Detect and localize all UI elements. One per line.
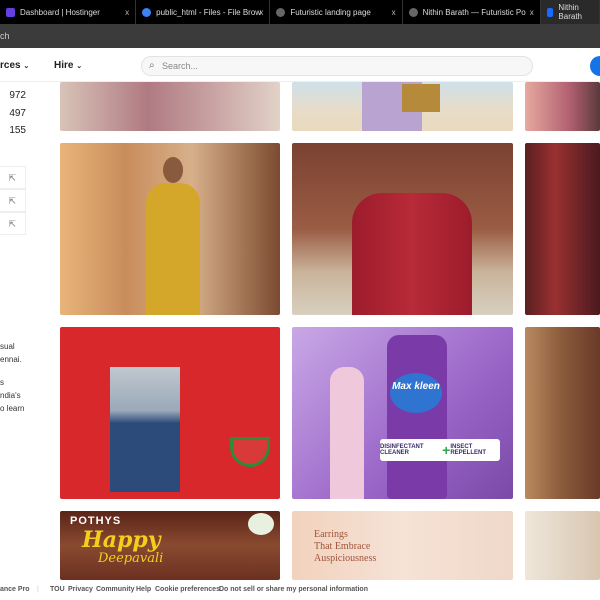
bio-text: sual (0, 342, 15, 351)
project-thumbnail[interactable] (60, 143, 280, 315)
footer-brand: ance Pro (0, 586, 30, 593)
tree-logo (248, 513, 274, 535)
project-thumbnail[interactable]: POTHYS Happy Deepavali (60, 511, 280, 580)
project-thumbnail[interactable] (525, 143, 600, 315)
project-thumbnail[interactable] (292, 82, 513, 131)
project-thumbnail[interactable] (60, 82, 280, 131)
project-thumbnail[interactable]: Max kleen DISINFECTANT CLEANER + INSECT RE… (292, 327, 513, 499)
file-browser-icon (142, 7, 152, 17)
close-icon[interactable]: x (392, 8, 396, 17)
sign-up-button[interactable] (590, 56, 600, 76)
maxkleen-logo: Max kleen (390, 373, 442, 413)
hostinger-icon (6, 7, 15, 17)
tab-hostinger[interactable]: Dashboard | Hostinger x (0, 0, 137, 24)
chevron-down-icon: ⌄ (76, 63, 83, 70)
share-button[interactable]: ⇱ (0, 166, 26, 189)
footer-link-do-not-sell[interactable]: Do not sell or share my personal informa… (219, 580, 368, 600)
footer-link-tou[interactable]: TOU (50, 580, 65, 600)
address-bar[interactable]: ch (0, 24, 600, 48)
stat-value: 497 (9, 108, 26, 119)
search-input[interactable]: ⌕ Search... (141, 56, 533, 76)
bio-text: ndia's (0, 391, 21, 400)
search-icon: ⌕ (149, 60, 155, 71)
footer-link-privacy[interactable]: Privacy (68, 580, 93, 600)
share-icon: ⇱ (8, 196, 16, 206)
nav-resources[interactable]: rces ⌄ (0, 60, 29, 71)
close-icon[interactable]: x (259, 8, 263, 17)
share-button[interactable]: ⇱ (0, 212, 26, 235)
tab-futuristic-landing[interactable]: Futuristic landing page x (270, 0, 403, 24)
globe-icon (408, 7, 418, 17)
bio-text: ennai. (0, 355, 22, 364)
browser-tab-bar: Dashboard | Hostinger x public_html - Fil… (0, 0, 600, 24)
stat-value: 972 (9, 90, 26, 101)
bio-text: s (0, 378, 4, 387)
tab-file-browser[interactable]: public_html - Files - File Brow x (136, 0, 271, 24)
stat-value: 155 (9, 125, 26, 136)
footer: ance Pro | TOU Privacy Community Help Co… (0, 580, 600, 600)
chevron-down-icon: ⌄ (23, 63, 30, 70)
footer-link-cookie-preferences[interactable]: Cookie preferences (155, 580, 220, 600)
project-thumbnail[interactable] (525, 82, 600, 131)
project-thumbnail[interactable]: Earrings That Embrace Auspiciousness (292, 511, 513, 580)
project-thumbnail[interactable] (525, 511, 600, 580)
footer-link-help[interactable]: Help (136, 580, 151, 600)
profile-sidebar: 972 497 155 ⇱ ⇱ ⇱ sual ennai. s ndia's o… (0, 82, 48, 580)
close-icon[interactable]: x (125, 8, 129, 17)
project-thumbnail[interactable] (292, 143, 513, 315)
bio-text: o learn (0, 404, 25, 413)
behance-icon (546, 7, 554, 17)
project-thumbnail[interactable] (525, 327, 600, 499)
share-button[interactable]: ⇱ (0, 189, 26, 212)
nav-hire[interactable]: Hire ⌄ (54, 60, 82, 71)
site-header: rces ⌄ Hire ⌄ ⌕ Search... (0, 48, 600, 82)
tab-nithin-portfolio[interactable]: Nithin Barath — Futuristic Po x (403, 0, 541, 24)
divider: | (37, 586, 39, 593)
openai-icon (276, 7, 286, 17)
share-icon: ⇱ (8, 219, 16, 229)
tab-behance[interactable]: Nithin Barath (540, 0, 600, 24)
product-label: DISINFECTANT CLEANER + INSECT REPELLENT (380, 439, 500, 461)
close-icon[interactable]: x (530, 8, 534, 17)
share-icon: ⇱ (8, 173, 16, 183)
footer-link-community[interactable]: Community (96, 580, 135, 600)
project-thumbnail[interactable] (60, 327, 280, 499)
